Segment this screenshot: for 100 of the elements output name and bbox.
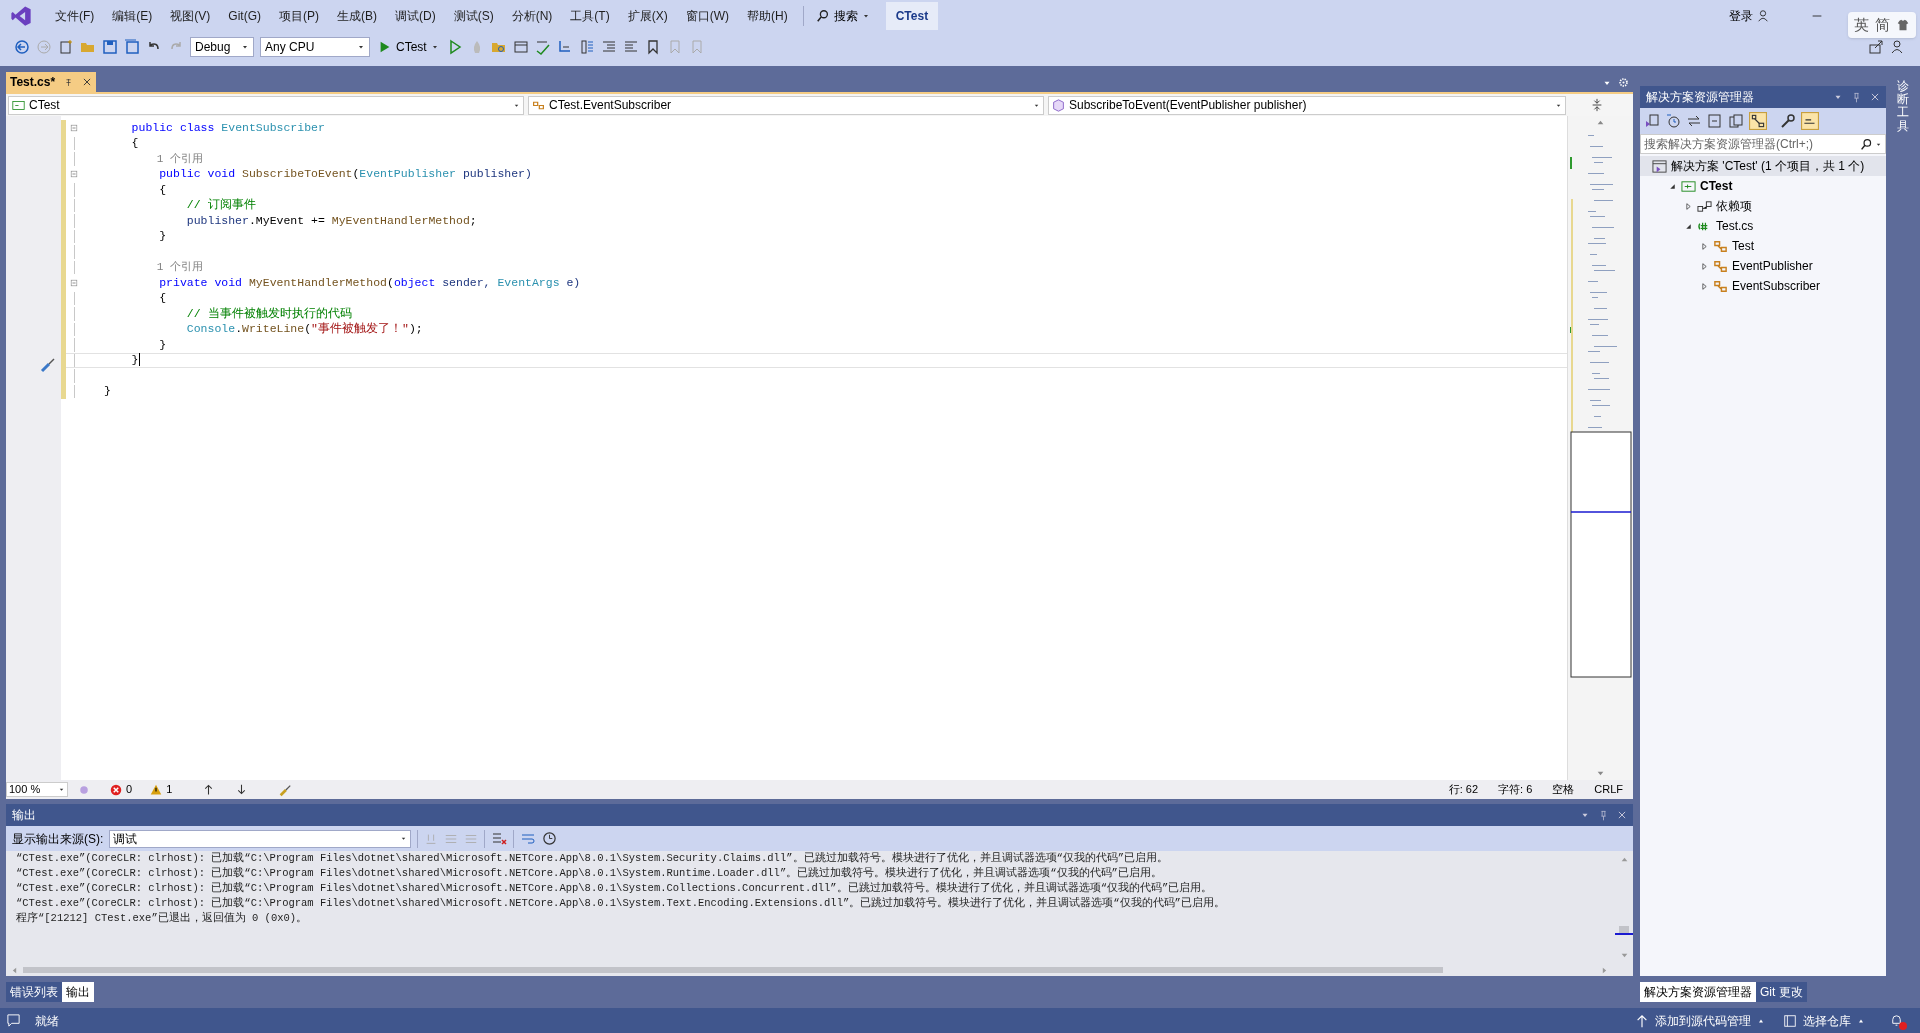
error-icon[interactable] [110,783,122,796]
scrollbar-thumb[interactable] [23,967,1443,973]
code-comment: // 订阅事件 [185,198,256,213]
scroll-up-arrow-icon[interactable] [1619,855,1629,864]
collapsed-arrow-icon[interactable] [1700,281,1709,291]
panel-tab[interactable]: Git 更改 [1756,982,1807,1002]
tree-item[interactable]: EventPublisher [1640,256,1886,276]
settings-icon[interactable] [1618,77,1629,88]
select-repository-button[interactable]: 选择仓库 [1783,1011,1865,1030]
line-ending-label[interactable]: CRLF [1594,781,1623,798]
tree-item[interactable]: Test [1640,236,1886,256]
visual-studio-window-icon[interactable] [1644,113,1660,129]
scroll-down-arrow-icon[interactable] [1596,769,1605,778]
menu-item[interactable]: 窗口(W) [676,7,738,25]
panel-tab[interactable]: 错误列表 [6,982,62,1002]
menu-item[interactable]: 编辑(E) [103,7,162,25]
close-icon[interactable] [1617,810,1627,820]
zoom-dropdown[interactable]: 100 % [6,782,68,797]
menu-item[interactable]: 调试(D) [386,7,445,25]
menu-item[interactable]: 帮助(H) [738,7,797,25]
scroll-up-arrow-icon[interactable] [1596,118,1605,127]
code-text: } [158,337,167,352]
code-text: } [158,229,167,244]
menu-item[interactable]: 生成(B) [328,7,386,25]
collapse-icon[interactable] [69,277,79,288]
diagnostic-tools-tab[interactable]: 诊断工具 [1897,80,1909,133]
back-icon[interactable] [14,39,30,55]
split-window-icon[interactable] [1590,98,1604,112]
panel-tab[interactable]: 输出 [62,982,94,1002]
indentation-label[interactable]: 空格 [1552,781,1575,798]
reference-count-link[interactable]: 1 个引用 [104,260,203,275]
navigation-dropdown[interactable]: SubscribeToEvent(EventPublisher publisher) [1048,95,1566,115]
save-all-icon[interactable] [124,39,140,55]
sign-in-button[interactable]: 登录 [1729,7,1770,25]
hierarchy-icon[interactable] [1749,112,1767,130]
ime-indicator[interactable]: 英 简 [1848,11,1916,39]
menu-item[interactable]: 项目(P) [270,7,328,25]
configuration-dropdown[interactable]: Debug [190,37,254,57]
new-item-icon[interactable] [58,39,74,55]
brush-icon[interactable] [278,782,293,797]
warning-count: 1 [166,782,173,798]
tree-item[interactable]: EventSubscriber [1640,276,1886,296]
spell-check-icon[interactable] [534,39,551,55]
panel-tab[interactable]: 解决方案资源管理器 [1640,982,1756,1002]
wrench-icon[interactable] [1780,113,1796,129]
copy-icon[interactable] [1728,113,1744,129]
code-health-icon[interactable] [78,783,90,796]
collapsed-arrow-icon[interactable] [1700,261,1709,271]
menu-item[interactable]: 分析(N) [502,7,562,25]
document-tab[interactable]: Test.cs* [6,72,97,92]
clear-all-icon[interactable] [491,830,508,847]
menu-item[interactable]: 工具(T) [561,7,619,25]
scroll-down-arrow-icon[interactable] [1619,951,1629,960]
tree-item[interactable]: 依赖项 [1640,196,1886,216]
collapsed-arrow-icon[interactable] [1684,201,1693,211]
tree-item[interactable]: 解决方案 'CTest' (1 个项目，共 1 个) [1640,156,1886,176]
warning-icon[interactable] [150,783,163,796]
clock-icon[interactable] [542,831,558,846]
add-to-source-control-button[interactable]: 添加到源代码管理 [1635,1011,1765,1030]
platform-dropdown[interactable]: Any CPU [260,37,370,57]
window-layout-icon[interactable] [512,39,529,55]
scroll-right-arrow-icon[interactable] [1600,965,1609,975]
menu-item[interactable]: 视图(V) [161,7,220,25]
menu-item[interactable]: 文件(F) [46,7,104,25]
close-icon[interactable] [82,77,93,87]
scroll-left-arrow-icon[interactable] [10,965,19,975]
comment-icon[interactable] [6,1013,21,1028]
columns-icon[interactable] [578,39,595,55]
scrollbar-thumb[interactable] [1619,926,1629,933]
reference-count-link[interactable]: 1 个引用 [104,151,203,166]
collapse-icon[interactable] [69,122,79,133]
start-debugging-button[interactable]: CTest [376,38,441,56]
save-icon[interactable] [102,39,118,55]
navigation-dropdown[interactable]: CTest.EventSubscriber [528,95,1044,115]
step-into-icon[interactable] [556,39,573,55]
tree-item[interactable]: Test.cs [1640,216,1886,236]
output-source-dropdown[interactable]: 调试 [109,829,412,848]
menu-item[interactable]: Git(G) [219,7,270,25]
preview-icon[interactable] [1801,112,1819,130]
pin-icon[interactable] [1598,809,1609,821]
share-icon[interactable] [1868,39,1884,55]
collapsed-arrow-icon[interactable] [1700,241,1709,251]
column-number-label: 字符: 6 [1498,782,1533,798]
menu-item[interactable]: 测试(S) [444,7,503,25]
history-clock-icon[interactable] [1665,113,1681,129]
collapse-icon[interactable] [69,169,79,180]
dropdown-arrow-icon [241,43,249,51]
outdent-icon[interactable] [622,39,639,55]
search-button[interactable]: 搜索 [809,7,876,25]
tree-item[interactable]: CTest [1640,176,1886,196]
pin-icon[interactable] [1851,91,1862,103]
navigation-dropdown[interactable]: CTest [8,95,524,115]
search-field[interactable]: 搜索解决方案资源管理器(Ctrl+;) [1640,134,1886,154]
notification-bell-icon[interactable] [1889,1013,1904,1028]
menu-item[interactable]: 扩展(X) [618,7,677,25]
sync-arrows-icon[interactable] [1686,113,1702,129]
indent-icon[interactable] [600,39,617,55]
collapse-all-icon[interactable] [1707,113,1723,129]
screwdriver-icon[interactable] [40,357,56,373]
close-icon[interactable] [1870,92,1880,102]
